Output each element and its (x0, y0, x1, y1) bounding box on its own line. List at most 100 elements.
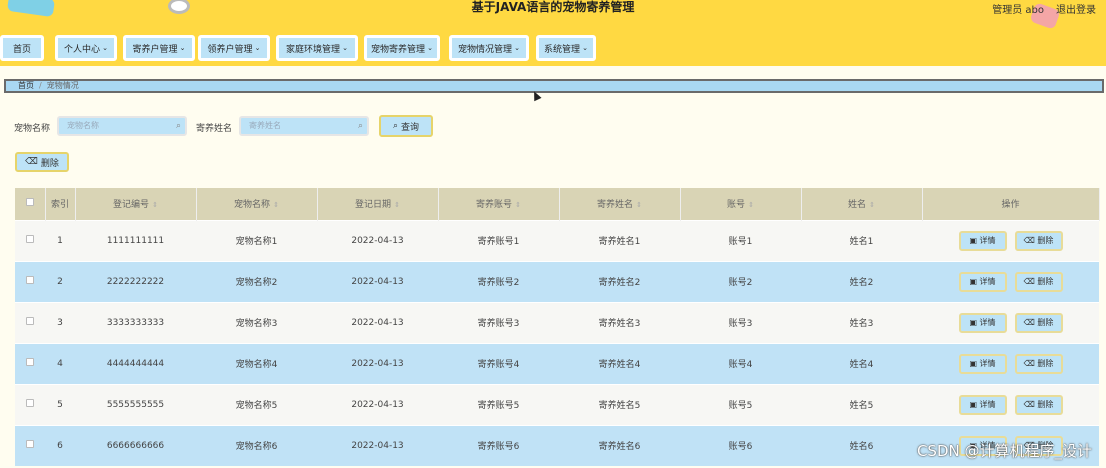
column-header-label: 索引 (50, 200, 69, 211)
nav-item-label: 宠物情况管理 (458, 44, 513, 55)
table-row: 1 1111111111 宠物名称1 2022-04-13 寄养账号1 寄养姓名1 账号1 姓… (15, 219, 1099, 261)
cell-account: 账号5 (680, 383, 801, 425)
search-icon: ⌕ (175, 121, 181, 131)
sort-icon[interactable]: ⇕ (869, 201, 875, 209)
top-header: 基于JAVA语言的宠物寄养管理 管理员 abo 退出登录 (0, 0, 1106, 30)
cell-date: 2022-04-13 (317, 219, 438, 261)
detail-button-label: 详情 (979, 358, 996, 368)
nav-item-4[interactable]: 家庭环境管理 ⌄ (276, 35, 358, 61)
detail-button-label: 详情 (979, 399, 996, 409)
column-header-label: 账号 (727, 200, 746, 211)
row-select-cell[interactable] (15, 219, 45, 261)
table-row: 5 5555555555 宠物名称5 2022-04-13 寄养账号5 寄养姓名5 账号5 姓… (15, 383, 1099, 425)
sort-icon[interactable]: ⇕ (748, 201, 754, 209)
column-header[interactable]: 账号 ⇕ (680, 188, 802, 220)
row-checkbox[interactable] (26, 440, 34, 449)
detail-button[interactable]: ▣ 详情 (958, 312, 1007, 333)
chevron-down-icon: ⌄ (427, 44, 433, 52)
foster-name-input[interactable]: 寄养姓名 ⌕ (239, 116, 369, 136)
cell-reg-no: 4444444444 (75, 342, 196, 384)
nav-item-label: 首页 (12, 44, 31, 55)
batch-delete-button[interactable]: ⌫ 删除 (15, 152, 69, 172)
sort-icon[interactable]: ⇕ (636, 201, 642, 209)
row-checkbox[interactable] (26, 235, 34, 243)
cell-pet-name: 宠物名称2 (196, 260, 317, 302)
column-header-label: 寄养账号 (476, 200, 513, 211)
breadcrumb-home[interactable]: 首页 (18, 81, 34, 90)
logout-link[interactable]: 退出登录 (1056, 1, 1096, 16)
delete-button-label: 删除 (1037, 358, 1054, 368)
sort-icon[interactable]: ⇕ (394, 201, 400, 209)
column-header[interactable]: 索引 (45, 188, 76, 220)
nav-item-label: 领养户管理 (207, 44, 253, 55)
delete-button-label: 删除 (1037, 276, 1054, 286)
cell-foster-name: 寄养姓名5 (559, 383, 680, 425)
detail-button[interactable]: ▣ 详情 (958, 394, 1007, 415)
table-row: 3 3333333333 宠物名称3 2022-04-13 寄养账号3 寄养姓名3 账号3 姓… (15, 301, 1099, 343)
row-checkbox[interactable] (26, 399, 34, 407)
detail-button[interactable]: ▣ 详情 (958, 353, 1007, 374)
sort-icon[interactable]: ⇕ (152, 201, 158, 209)
row-checkbox[interactable] (26, 317, 34, 325)
table-row: 2 2222222222 宠物名称2 2022-04-13 寄养账号2 寄养姓名2 账号2 姓… (15, 260, 1099, 302)
nav-item-6[interactable]: 宠物情况管理 ⌄ (449, 35, 529, 61)
nav-item-2[interactable]: 寄养户管理 ⌄ (123, 35, 195, 61)
nav-item-label: 个人中心 (64, 44, 101, 55)
row-checkbox[interactable] (26, 358, 34, 366)
column-header[interactable]: 登记编号 ⇕ (75, 188, 197, 220)
row-select-cell[interactable] (15, 342, 45, 384)
cell-reg-no: 6666666666 (75, 424, 196, 466)
detail-button[interactable]: ▣ 详情 (958, 230, 1007, 251)
sort-icon[interactable]: ⇕ (273, 201, 279, 209)
row-checkbox[interactable] (26, 276, 34, 284)
column-header[interactable]: 宠物名称 ⇕ (196, 188, 318, 220)
detail-button-label: 详情 (979, 235, 996, 245)
sort-icon[interactable]: ⇕ (515, 201, 521, 209)
nav-item-0[interactable]: 首页 (0, 35, 44, 61)
select-all-checkbox[interactable] (25, 198, 34, 207)
nav-item-label: 家庭环境管理 (286, 44, 341, 55)
cell-name: 姓名3 (801, 301, 922, 343)
app-title: 基于JAVA语言的宠物寄养管理 (471, 0, 635, 14)
cell-foster-account: 寄养账号3 (438, 301, 559, 343)
delete-button[interactable]: ⌫ 删除 (1014, 353, 1063, 374)
delete-button[interactable]: ⌫ 删除 (1014, 271, 1063, 292)
cell-account: 账号4 (680, 342, 801, 384)
delete-button[interactable]: ⌫ 删除 (1014, 312, 1063, 333)
detail-button[interactable]: ▣ 详情 (958, 271, 1007, 292)
cell-index: 3 (45, 301, 75, 343)
row-select-cell[interactable] (15, 301, 45, 343)
column-header[interactable]: 姓名 ⇕ (801, 188, 923, 220)
cell-pet-name: 宠物名称4 (196, 342, 317, 384)
nav-item-7[interactable]: 系统管理 ⌄ (536, 35, 596, 61)
search-icon: ⌕ (357, 121, 363, 131)
column-header[interactable]: 寄养姓名 ⇕ (559, 188, 681, 220)
delete-button-label: 删除 (1037, 399, 1054, 409)
delete-button-label: 删除 (1037, 235, 1054, 245)
cell-reg-no: 3333333333 (75, 301, 196, 343)
cell-index: 1 (45, 219, 75, 261)
query-button[interactable]: ⌕ 查询 (379, 115, 433, 137)
cell-date: 2022-04-13 (317, 424, 438, 466)
nav-item-1[interactable]: 个人中心 ⌄ (55, 35, 117, 61)
cell-date: 2022-04-13 (317, 301, 438, 343)
cell-foster-account: 寄养账号1 (438, 219, 559, 261)
trash-icon: ⌫ (1023, 235, 1038, 245)
delete-button[interactable]: ⌫ 删除 (1014, 230, 1063, 251)
row-select-cell[interactable] (15, 424, 45, 466)
column-header-label: 姓名 (848, 200, 867, 211)
row-select-cell[interactable] (15, 383, 45, 425)
nav-item-5[interactable]: 宠物寄养管理 ⌄ (364, 35, 440, 61)
search-icon: ⌕ (392, 121, 399, 131)
select-all-cell[interactable] (15, 188, 46, 220)
chevron-down-icon: ⌄ (179, 44, 186, 52)
document-icon: ▣ (969, 276, 980, 286)
column-header[interactable]: 登记日期 ⇕ (317, 188, 439, 220)
cell-pet-name: 宠物名称3 (196, 301, 317, 343)
delete-button[interactable]: ⌫ 删除 (1014, 394, 1063, 415)
pet-name-input[interactable]: 宠物名称 ⌕ (57, 116, 187, 136)
nav-item-3[interactable]: 领养户管理 ⌄ (198, 35, 270, 61)
column-header[interactable]: 寄养账号 ⇕ (438, 188, 560, 220)
row-select-cell[interactable] (15, 260, 45, 302)
chevron-down-icon: ⌄ (514, 44, 520, 52)
